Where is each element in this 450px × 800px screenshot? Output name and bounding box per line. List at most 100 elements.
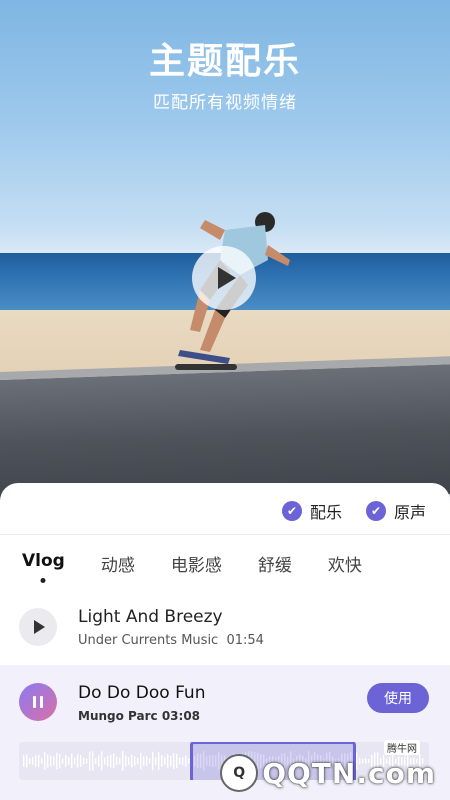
pause-icon-bar [40, 696, 43, 708]
track-title: Do Do Doo Fun [78, 683, 206, 703]
category-tabs: Vlog 动感 电影感 舒缓 欢快 [22, 551, 398, 583]
waveform-bar [185, 755, 187, 767]
waveform-bar [38, 754, 40, 768]
waveform-bar [50, 755, 52, 767]
track-artist: Under Currents Music [78, 633, 219, 648]
track-meta: Under Currents Music 01:54 [78, 633, 264, 648]
waveform-bar [89, 751, 91, 771]
waveform-bar [71, 753, 73, 769]
waveform-bar [29, 758, 31, 764]
track-duration: 01:54 [226, 633, 264, 648]
track-item-selected[interactable]: Do Do Doo Fun Mungo Parc 03:08 使用 腾牛网 Q … [0, 665, 450, 800]
waveform-bar [170, 755, 172, 767]
waveform-bar [152, 751, 154, 771]
check-icon: ✔ [281, 501, 302, 521]
tab-label: 欢快 [327, 556, 362, 576]
play-icon [34, 620, 45, 634]
track-title: Light And Breezy [78, 607, 223, 627]
track-artist: Mungo Parc [78, 709, 158, 723]
tab-label: 舒缓 [257, 556, 292, 576]
tab-label: Vlog [22, 551, 65, 571]
waveform-bar [113, 753, 115, 769]
waveform-bar [47, 754, 49, 768]
tab-dynamic[interactable]: 动感 [101, 551, 135, 576]
original-sound-checkbox[interactable]: ✔ 原声 [365, 499, 426, 523]
tab-vlog[interactable]: Vlog [22, 551, 65, 583]
waveform-bar [155, 757, 157, 765]
waveform-bar [104, 757, 106, 765]
waveform-bar [44, 751, 46, 771]
hero-video-preview: 主题配乐 匹配所有视频情绪 [0, 0, 450, 500]
waveform-bar [119, 757, 121, 765]
waveform-bar [56, 752, 58, 770]
waveform-bar [122, 751, 124, 771]
music-panel: ✔ 配乐 ✔ 原声 Vlog 动感 电影感 舒缓 欢快 Light And Br… [0, 483, 450, 800]
waveform-bar [101, 751, 103, 771]
waveform-bar [41, 758, 43, 764]
waveform-bar [164, 757, 166, 765]
use-track-button[interactable]: 使用 [367, 683, 429, 713]
play-icon [217, 267, 236, 289]
track-duration: 03:08 [161, 709, 201, 723]
waveform-bar [23, 755, 25, 767]
music-checkbox[interactable]: ✔ 配乐 [281, 499, 342, 523]
waveform-bar [128, 757, 130, 765]
track-pause-button[interactable] [19, 683, 57, 721]
waveform-bar [80, 755, 82, 767]
music-checkbox-label: 配乐 [309, 503, 342, 522]
waveform-bar [98, 755, 100, 767]
active-tab-indicator [40, 578, 46, 583]
waveform-bar [107, 755, 109, 767]
waveform-bar [140, 752, 142, 770]
waveform-bar [95, 758, 97, 764]
waveform-bar [158, 751, 160, 771]
waveform-bar [59, 753, 61, 769]
page-subtitle: 匹配所有视频情绪 [153, 93, 297, 113]
waveform-bar [74, 757, 76, 765]
video-play-button[interactable] [192, 246, 256, 310]
pause-icon-bar [33, 696, 36, 708]
waveform-bar [116, 756, 118, 766]
track-meta: Mungo Parc 03:08 [78, 709, 200, 723]
waveform-bar [179, 757, 181, 765]
watermark-site: QQTN.com [262, 756, 436, 790]
waveform-bar [125, 755, 127, 767]
waveform-bar [137, 757, 139, 765]
waveform-bar [53, 756, 55, 766]
waveform-bar [68, 757, 70, 765]
waveform-bar [182, 757, 184, 765]
waveform-bar [26, 754, 28, 768]
divider [0, 534, 450, 535]
waveform-bar [134, 756, 136, 766]
waveform-bar [149, 758, 151, 764]
page-title: 主题配乐 [148, 41, 301, 82]
waveform-bar [176, 753, 178, 769]
track-play-button[interactable] [19, 608, 57, 646]
waveform-bar [110, 754, 112, 768]
audio-options: ✔ 配乐 ✔ 原声 [281, 499, 426, 523]
waveform-bar [131, 754, 133, 768]
tab-label: 电影感 [170, 556, 222, 576]
waveform-bar [35, 755, 37, 767]
track-item[interactable]: Light And Breezy Under Currents Music 01… [0, 595, 450, 665]
check-icon: ✔ [365, 501, 386, 521]
waveform-bar [86, 758, 88, 764]
waveform-bar [83, 757, 85, 765]
tab-label: 动感 [100, 556, 135, 576]
waveform-bar [77, 754, 79, 768]
waveform-bar [143, 756, 145, 766]
watermark-small-text: 腾牛网 [384, 740, 420, 755]
waveform-bar [92, 751, 94, 771]
waveform-bar [173, 752, 175, 770]
waveform-bar [32, 757, 34, 765]
waveform-bar [167, 754, 169, 768]
tab-soothing[interactable]: 舒缓 [258, 551, 292, 576]
tab-cinematic[interactable]: 电影感 [171, 551, 222, 576]
waveform-bar [62, 758, 64, 764]
waveform-bar [65, 755, 67, 767]
watermark: 腾牛网 Q QQTN.com [220, 740, 436, 792]
tab-cheerful[interactable]: 欢快 [328, 551, 362, 576]
waveform-bar [146, 756, 148, 766]
waveform-bar [161, 755, 163, 767]
original-sound-checkbox-label: 原声 [393, 503, 426, 522]
